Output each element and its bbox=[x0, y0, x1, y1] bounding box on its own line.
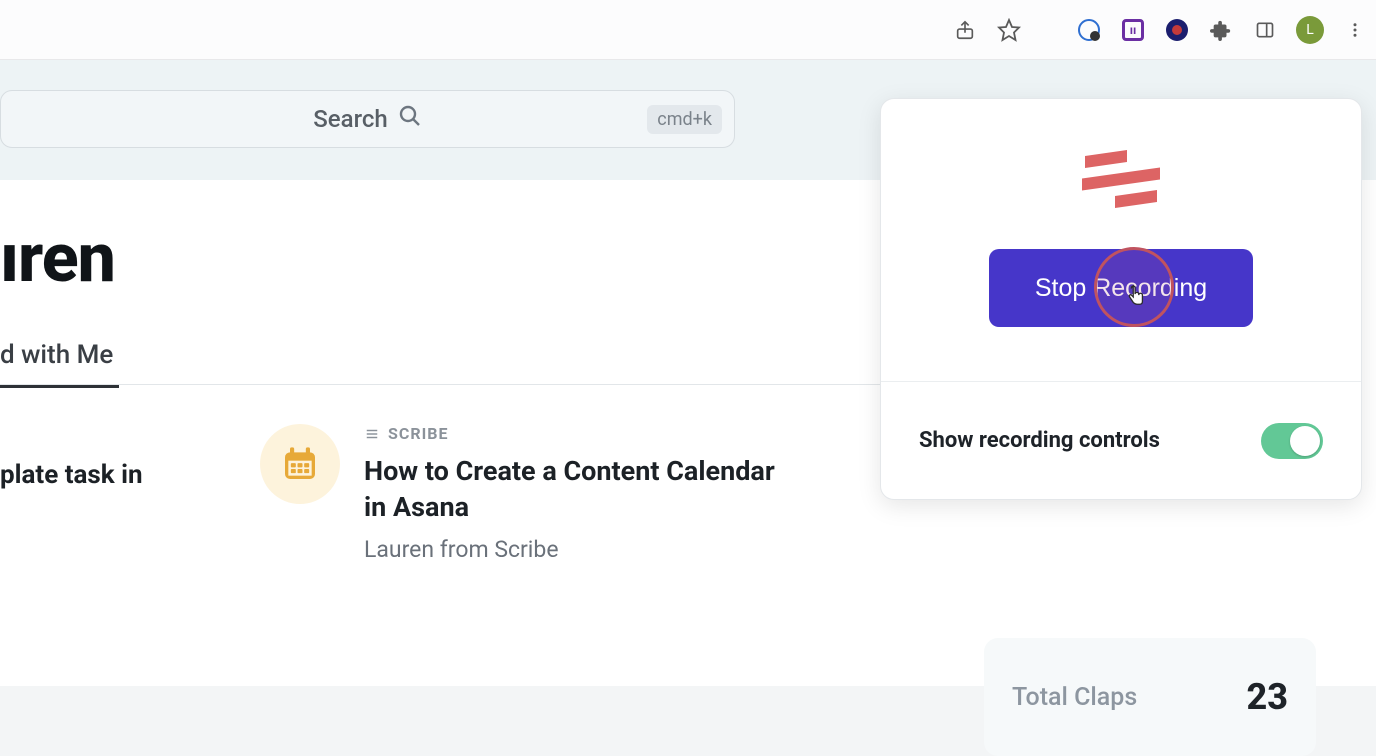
extensions-puzzle-icon[interactable] bbox=[1208, 17, 1234, 43]
search-shortcut-hint: cmd+k bbox=[647, 105, 722, 134]
scribe-extension-popup: Stop Recording Show recording controls bbox=[880, 98, 1362, 500]
scribe-logo-icon bbox=[1082, 153, 1160, 205]
extension-purple-icon[interactable]: ıı bbox=[1120, 17, 1146, 43]
search-placeholder: Search bbox=[313, 105, 387, 133]
calendar-icon bbox=[260, 424, 340, 504]
extension-loom-icon[interactable] bbox=[1076, 17, 1102, 43]
stat-label: Total Claps bbox=[1012, 683, 1137, 712]
card-title: How to Create a Content Calendar in Asan… bbox=[364, 453, 784, 526]
tab-shared-with-me[interactable]: d with Me bbox=[0, 340, 119, 388]
show-controls-toggle[interactable] bbox=[1261, 423, 1323, 459]
show-controls-label: Show recording controls bbox=[919, 428, 1160, 453]
share-icon[interactable] bbox=[952, 17, 978, 43]
stop-recording-button[interactable]: Stop Recording bbox=[989, 249, 1253, 327]
toggle-knob bbox=[1290, 426, 1320, 456]
tab-underline bbox=[0, 384, 940, 385]
card-title-fragment-left[interactable]: plate task in bbox=[0, 460, 143, 490]
card-author: Lauren from Scribe bbox=[364, 536, 784, 563]
search-icon bbox=[398, 104, 422, 134]
overflow-menu-icon[interactable] bbox=[1342, 17, 1368, 43]
browser-toolbar: ıı L bbox=[0, 0, 1376, 60]
avatar-initial: L bbox=[1306, 22, 1314, 38]
page-title: ıren bbox=[0, 218, 115, 298]
page-body: Search cmd+k ıren d with Me plate task i… bbox=[0, 60, 1376, 686]
search-input[interactable]: Search cmd+k bbox=[0, 90, 735, 148]
card-type-label: SCRIBE bbox=[364, 424, 784, 443]
extension-record-icon[interactable] bbox=[1164, 17, 1190, 43]
scribe-card[interactable]: SCRIBE How to Create a Content Calendar … bbox=[260, 424, 784, 563]
popup-top-section: Stop Recording bbox=[881, 99, 1361, 381]
bookmark-star-icon[interactable] bbox=[996, 17, 1022, 43]
stat-value: 23 bbox=[1246, 676, 1288, 718]
profile-avatar[interactable]: L bbox=[1296, 16, 1324, 44]
side-panel-icon[interactable] bbox=[1252, 17, 1278, 43]
popup-bottom-section: Show recording controls bbox=[881, 381, 1361, 499]
total-claps-card: Total Claps 23 bbox=[984, 638, 1316, 756]
